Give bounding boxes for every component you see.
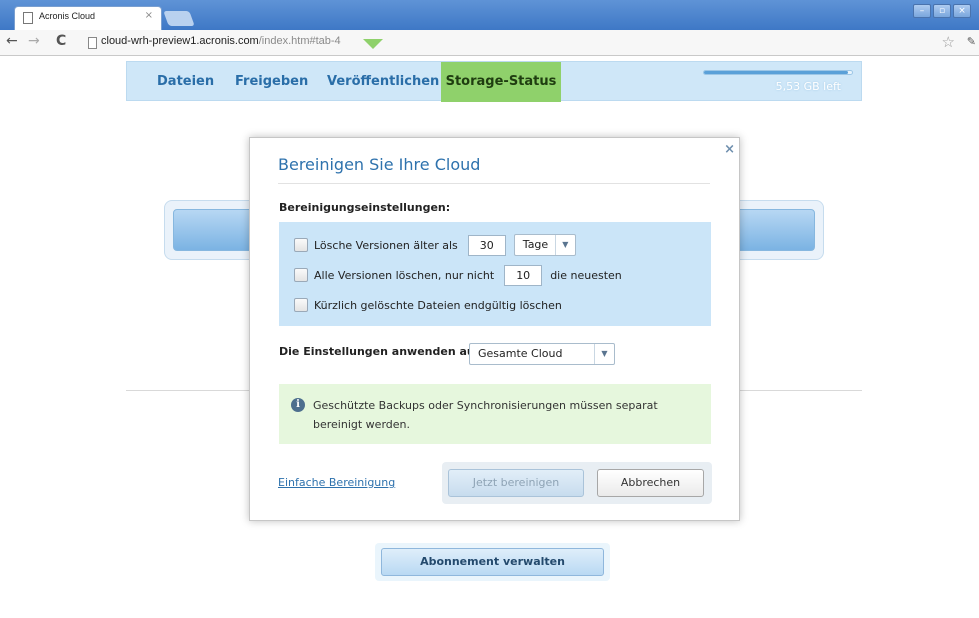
tab-storage-status-label: Storage-Status (445, 74, 557, 89)
page-icon (23, 12, 33, 24)
browser-tab[interactable]: Acronis Cloud × (14, 6, 162, 30)
apply-to-value: Gesamte Cloud (478, 347, 563, 360)
clean-now-button[interactable]: Jetzt bereinigen (448, 469, 584, 497)
tab-title: Acronis Cloud (39, 11, 96, 21)
bookmark-star-icon[interactable]: ☆ (942, 33, 955, 51)
storage-progress-fill (704, 71, 848, 74)
divider (278, 183, 710, 184)
simple-cleanup-link[interactable]: Einfache Bereinigung (278, 476, 395, 489)
keep-newest-input[interactable]: 10 (504, 264, 543, 286)
url-path: /index.htm#tab-4 (258, 35, 341, 47)
time-unit-select[interactable]: Tage ▼ (513, 234, 576, 256)
storage-left-label: 5,53 GB left (775, 80, 841, 93)
info-text: Geschützte Backups oder Synchronisierung… (313, 399, 658, 431)
cleanup-dialog: × Bereinigen Sie Ihre Cloud Bereinigungs… (249, 137, 740, 521)
cancel-button[interactable]: Abbrechen (597, 469, 704, 497)
tab-close-icon[interactable]: × (145, 10, 153, 21)
dialog-title: Bereinigen Sie Ihre Cloud (278, 155, 481, 174)
purge-deleted-checkbox[interactable] (294, 298, 308, 312)
minimize-button[interactable]: – (913, 4, 931, 18)
apply-to-select[interactable]: Gesamte Cloud ▼ (469, 343, 615, 365)
apply-to-label: Die Einstellungen anwenden auf: (279, 345, 484, 358)
keep-newest-checkbox[interactable] (294, 268, 308, 282)
option-keep-newest: Alle Versionen löschen, nur nicht 10 die… (294, 264, 622, 286)
maximize-button[interactable]: ▫ (933, 4, 951, 18)
older-than-checkbox[interactable] (294, 238, 308, 252)
option-purge-deleted: Kürzlich gelöschte Dateien endgültig lös… (294, 294, 562, 316)
purge-deleted-label: Kürzlich gelöschte Dateien endgültig lös… (314, 298, 562, 312)
page-icon (88, 37, 97, 49)
keep-newest-label: Alle Versionen löschen, nur nicht (314, 268, 495, 282)
older-than-input[interactable]: 30 (467, 234, 506, 256)
browser-titlebar: Acronis Cloud × – ▫ × (0, 0, 979, 30)
chevron-down-icon: ▼ (594, 344, 614, 364)
settings-heading: Bereinigungseinstellungen: (279, 201, 451, 214)
window-controls: – ▫ × (913, 4, 971, 18)
manage-button-frame: Abonnement verwalten (375, 543, 610, 581)
info-message: i Geschützte Backups oder Synchronisieru… (279, 384, 711, 444)
back-arrow-icon[interactable]: ← (6, 33, 18, 49)
manage-subscription-button[interactable]: Abonnement verwalten (381, 548, 604, 576)
reload-icon[interactable]: C (56, 33, 66, 49)
main-nav: Dateien Freigeben Veröffentlichen Storag… (126, 61, 862, 102)
cleanup-options: Lösche Versionen älter als 30 Tage ▼ Alle… (279, 222, 711, 326)
time-unit-value: Tage (522, 238, 549, 251)
tab-veroeffentlichen[interactable]: Veröffentlichen (327, 74, 439, 89)
tab-dateien[interactable]: Dateien (157, 74, 214, 89)
option-older-than: Lösche Versionen älter als 30 Tage ▼ (294, 234, 576, 256)
chevron-down-icon: ▼ (554, 235, 575, 255)
browser-toolbar: ← → C cloud-wrh-preview1.acronis.com/ind… (0, 30, 979, 56)
url-host: cloud-wrh-preview1.acronis.com (101, 35, 259, 47)
active-tab-pointer (363, 39, 383, 49)
tab-freigeben[interactable]: Freigeben (235, 74, 308, 89)
storage-progress (703, 70, 853, 75)
keep-newest-suffix: die neuesten (550, 268, 622, 282)
close-icon[interactable]: × (724, 142, 735, 157)
info-icon: i (291, 398, 305, 412)
close-window-button[interactable]: × (953, 4, 971, 18)
dialog-buttons: Jetzt bereinigen Abbrechen (442, 462, 712, 504)
older-than-label: Lösche Versionen älter als (314, 238, 458, 252)
address-bar[interactable]: cloud-wrh-preview1.acronis.com/index.htm… (101, 35, 341, 47)
tab-storage-status[interactable]: Storage-Status (441, 62, 561, 102)
menu-icon[interactable]: ✎ (967, 35, 976, 48)
forward-arrow-icon[interactable]: → (28, 33, 40, 49)
new-tab-button[interactable] (163, 11, 195, 26)
